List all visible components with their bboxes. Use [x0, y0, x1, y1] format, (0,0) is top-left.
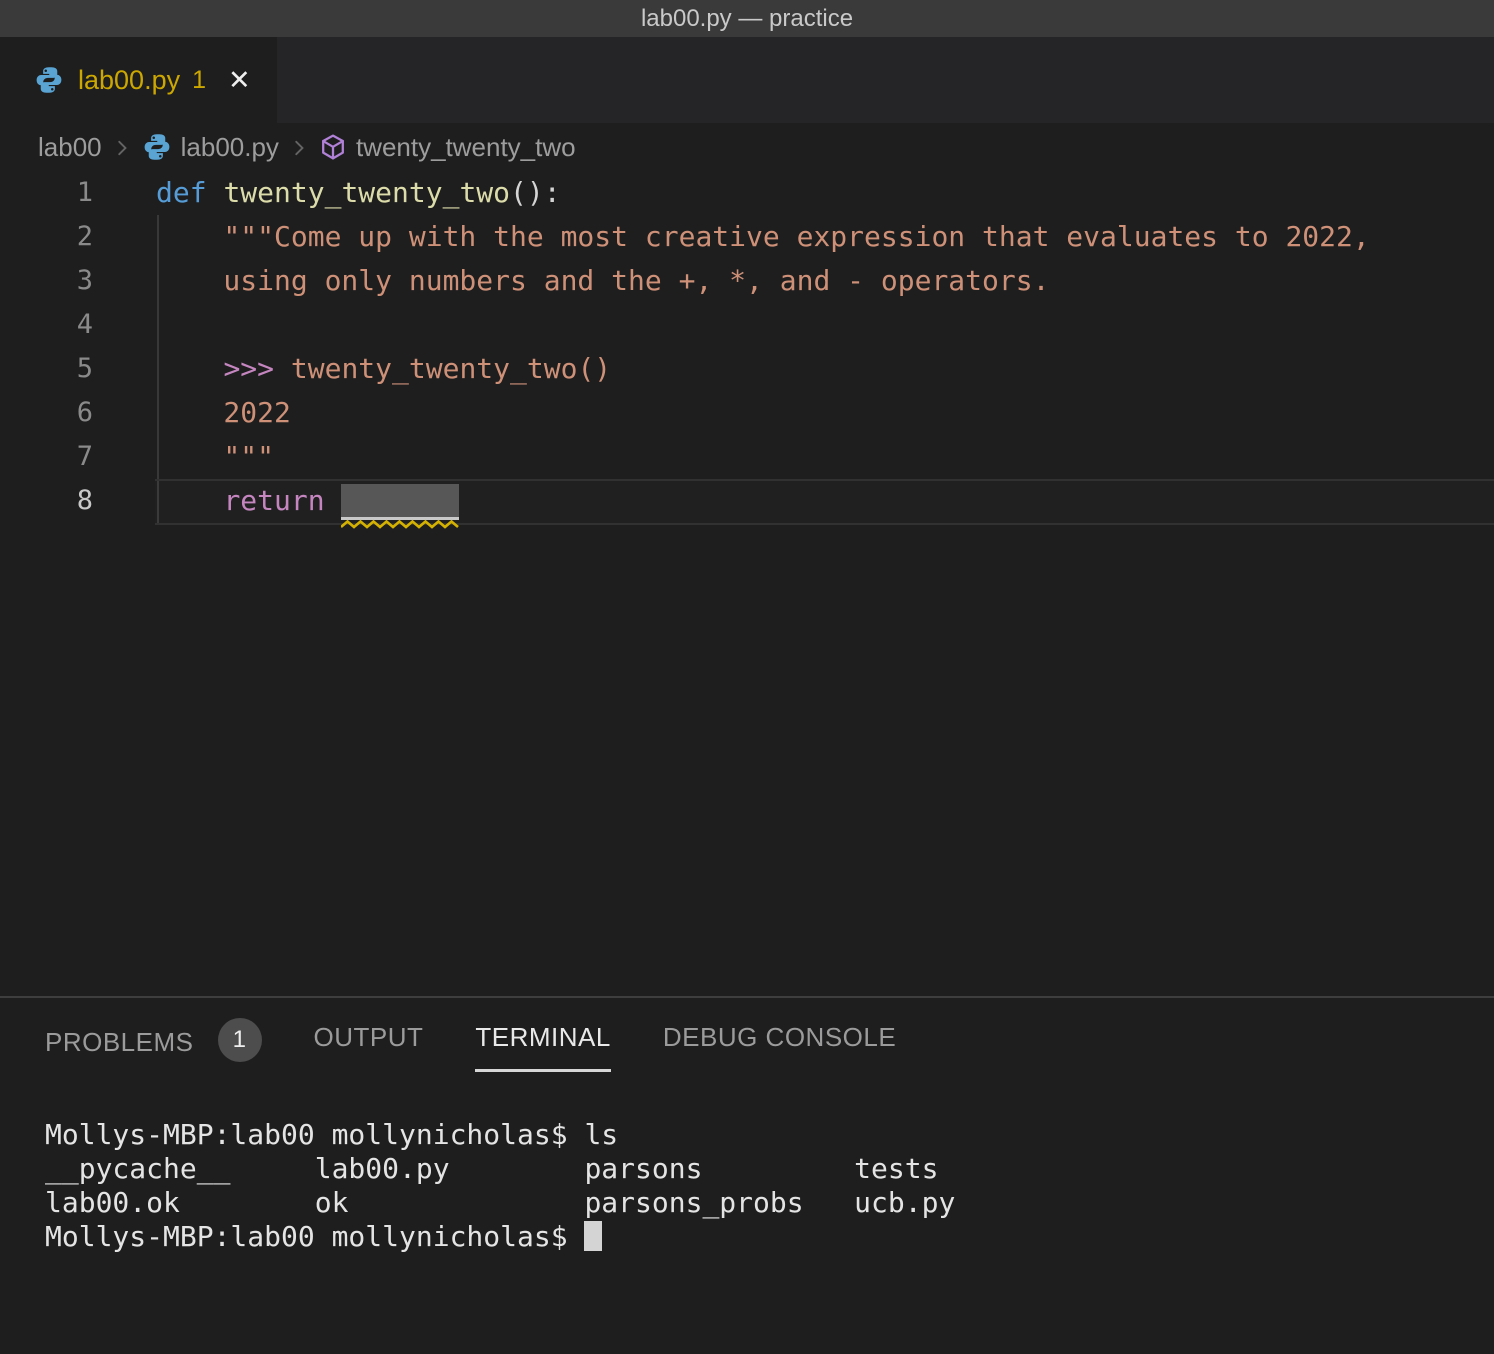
panel-tab-label: DEBUG CONSOLE: [663, 1022, 896, 1053]
code-text: >>> twenty_twenty_two(): [93, 347, 611, 391]
warning-squiggle-icon: [341, 519, 459, 529]
code-token: twenty_twenty_two(): [274, 352, 611, 385]
panel-tab-label: PROBLEMS: [45, 1027, 194, 1058]
terminal-line: __pycache__ lab00.py parsons tests: [45, 1152, 1494, 1186]
code-token: [156, 352, 223, 385]
code-token: """Come up with the most creative expres…: [156, 220, 1370, 253]
close-icon[interactable]: ✕: [228, 65, 251, 96]
python-icon: [34, 65, 64, 95]
selection-highlight: [341, 484, 459, 520]
line-number: 2: [0, 215, 93, 259]
terminal-line: lab00.ok ok parsons_probs ucb.py: [45, 1186, 1494, 1220]
code-line-5[interactable]: 5 >>> twenty_twenty_two(): [0, 347, 1494, 391]
code-text: def twenty_twenty_two():: [93, 171, 561, 215]
editor-lines: 1def twenty_twenty_two():2 """Come up wi…: [0, 171, 1494, 523]
code-token: return: [223, 484, 324, 517]
code-token: ():: [510, 176, 561, 209]
editor-tab-strip: lab00.py 1 ✕: [0, 37, 1494, 123]
panel-tab-label: OUTPUT: [314, 1022, 424, 1053]
code-token: def: [156, 176, 207, 209]
code-token: >>>: [223, 352, 274, 385]
chevron-right-icon: [111, 135, 133, 159]
chevron-right-icon: [288, 135, 310, 159]
line-number: 7: [0, 435, 93, 479]
symbol-method-icon: [319, 133, 347, 161]
code-line-4[interactable]: 4: [0, 303, 1494, 347]
code-token: using only numbers and the +, *, and - o…: [156, 264, 1049, 297]
breadcrumb-item-lab00.py[interactable]: lab00.py: [181, 132, 279, 163]
tab-lab00-py[interactable]: lab00.py 1 ✕: [0, 37, 277, 123]
code-line-7[interactable]: 7 """: [0, 435, 1494, 479]
panel-tab-debug-console[interactable]: DEBUG CONSOLE: [663, 1022, 896, 1069]
code-token: [156, 484, 223, 517]
line-number: 6: [0, 391, 93, 435]
code-line-1[interactable]: 1def twenty_twenty_two():: [0, 171, 1494, 215]
python-icon: [142, 132, 172, 162]
panel-tab-problems[interactable]: PROBLEMS1: [45, 1022, 262, 1078]
code-token: """: [156, 440, 274, 473]
tab-label: lab00.py: [78, 65, 180, 96]
line-number: 5: [0, 347, 93, 391]
line-number: 8: [0, 479, 93, 523]
code-token: [207, 176, 224, 209]
code-text: """: [93, 435, 274, 479]
panel-tab-output[interactable]: OUTPUT: [314, 1022, 424, 1069]
terminal-output[interactable]: Mollys-MBP:lab00 mollynicholas$ ls__pyca…: [45, 1118, 1494, 1254]
code-text: """Come up with the most creative expres…: [93, 215, 1370, 259]
line-number: 3: [0, 259, 93, 303]
line-number: 1: [0, 171, 93, 215]
code-token: [325, 484, 342, 517]
breadcrumb-item-lab00[interactable]: lab00: [38, 132, 102, 163]
terminal-line: Mollys-MBP:lab00 mollynicholas$: [45, 1220, 1494, 1254]
code-text: 2022: [93, 391, 291, 435]
panel-tabs: PROBLEMS1 OUTPUT TERMINAL DEBUG CONSOLE: [45, 1022, 1494, 1078]
window-titlebar: lab00.py — practice: [0, 0, 1494, 37]
line-number: 4: [0, 303, 93, 347]
panel-tab-label: TERMINAL: [475, 1022, 610, 1053]
terminal-cursor: [584, 1221, 602, 1251]
code-token: 2022: [156, 396, 291, 429]
problems-count-badge: 1: [218, 1018, 262, 1062]
code-text: using only numbers and the +, *, and - o…: [93, 259, 1049, 303]
code-line-3[interactable]: 3 using only numbers and the +, *, and -…: [0, 259, 1494, 303]
tab-problem-count: 1: [192, 66, 206, 95]
code-line-6[interactable]: 6 2022: [0, 391, 1494, 435]
code-text: return: [93, 479, 459, 523]
bottom-panel: PROBLEMS1OUTPUTTERMINALDEBUG CONSOLE Mol…: [0, 998, 1494, 1354]
code-editor[interactable]: 1def twenty_twenty_two():2 """Come up wi…: [0, 171, 1494, 996]
code-token: twenty_twenty_two: [223, 176, 510, 209]
breadcrumb: lab00 lab00.py twenty_twenty_two: [0, 123, 1494, 171]
window-title: lab00.py — practice: [641, 5, 853, 33]
code-line-8[interactable]: 8 return: [0, 479, 1494, 523]
terminal-line: Mollys-MBP:lab00 mollynicholas$ ls: [45, 1118, 1494, 1152]
breadcrumb-item-twenty_twenty_two[interactable]: twenty_twenty_two: [356, 132, 576, 163]
panel-tab-terminal[interactable]: TERMINAL: [475, 1022, 610, 1072]
code-line-2[interactable]: 2 """Come up with the most creative expr…: [0, 215, 1494, 259]
